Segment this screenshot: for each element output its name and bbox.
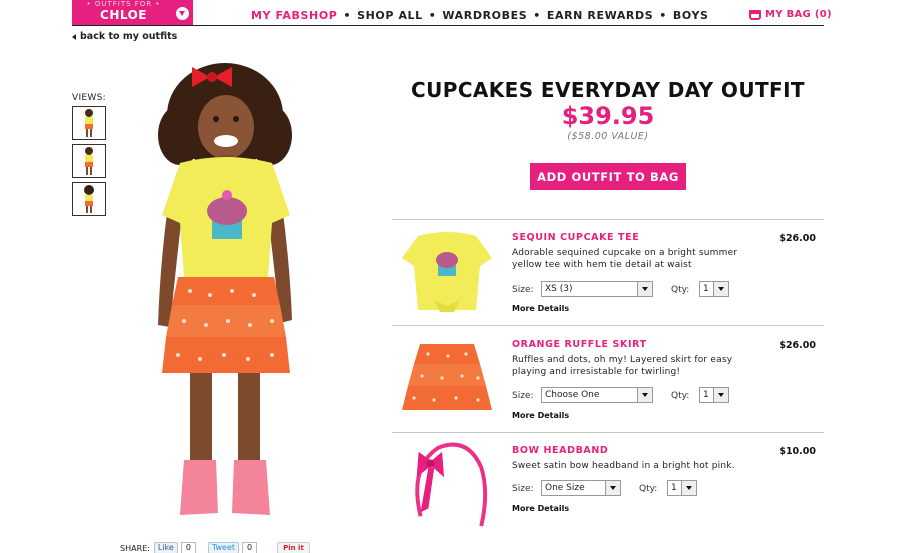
size-select[interactable]: One Size	[541, 480, 621, 496]
chevron-down-icon	[713, 282, 728, 296]
view-thumbnail-1[interactable]	[72, 106, 106, 140]
item-description: Ruffles and dots, oh my! Layered skirt f…	[512, 355, 733, 377]
back-to-outfits-link[interactable]: back to my outfits	[72, 31, 177, 42]
item-description: Sweet satin bow headband in a bright hot…	[512, 461, 735, 471]
size-select[interactable]: XS (3)	[541, 281, 653, 297]
view-thumbnail-3[interactable]	[72, 182, 106, 216]
item-divider	[392, 325, 824, 326]
size-select-value: XS (3)	[545, 284, 573, 294]
item-price: $26.00	[779, 340, 816, 351]
item-divider	[392, 432, 824, 433]
view-thumbnail-2[interactable]	[72, 144, 106, 178]
nav-wardrobes[interactable]: WARDROBES	[442, 9, 527, 22]
outfit-for-name: CHLOE	[100, 8, 147, 22]
share-bar: SHARE: Like 0 Tweet 0 Pin it	[120, 542, 310, 553]
qty-select-value: 1	[703, 390, 709, 400]
header-divider	[72, 25, 824, 26]
qty-label: Qty:	[639, 484, 658, 494]
nav-separator: •	[533, 9, 541, 22]
main-nav: MY FABSHOP • SHOP ALL • WARDROBES • EARN…	[251, 9, 709, 22]
pin-it-button[interactable]: Pin it	[277, 542, 310, 553]
more-details-link[interactable]: More Details	[512, 504, 569, 513]
item-name[interactable]: BOW HEADBAND	[512, 445, 608, 456]
size-select[interactable]: Choose One	[541, 387, 653, 403]
nav-shop-all[interactable]: SHOP ALL	[357, 9, 423, 22]
back-link-label: back to my outfits	[80, 31, 178, 42]
qty-select-value: 1	[671, 483, 677, 493]
nav-separator: •	[343, 9, 352, 22]
like-count: 0	[180, 542, 196, 553]
chevron-down-icon	[681, 481, 696, 495]
my-bag-label: MY BAG (0)	[765, 9, 832, 20]
outfit-value: ($58.00 VALUE)	[567, 131, 649, 142]
item-name[interactable]: ORANGE RUFFLE SKIRT	[512, 339, 647, 350]
chevron-down-icon[interactable]	[176, 7, 189, 20]
size-label: Size:	[512, 484, 534, 494]
qty-select-value: 1	[703, 284, 709, 294]
views-label: VIEWS:	[72, 93, 106, 103]
item-name[interactable]: SEQUIN CUPCAKE TEE	[512, 232, 639, 243]
size-label: Size:	[512, 391, 534, 401]
size-select-value: One Size	[545, 483, 585, 493]
item-price: $10.00	[779, 446, 816, 457]
shopping-bag-icon	[749, 9, 761, 20]
outfit-title: CUPCAKES EVERYDAY DAY OUTFIT	[411, 78, 805, 102]
chevron-down-icon	[637, 282, 652, 296]
outfit-for-label: • OUTFITS FOR •	[86, 0, 161, 8]
page: • OUTFITS FOR • CHLOE MY FABSHOP • SHOP …	[0, 0, 911, 553]
chevron-down-icon	[637, 388, 652, 402]
qty-select[interactable]: 1	[699, 387, 729, 403]
outfit-price: $39.95	[561, 102, 655, 130]
qty-label: Qty:	[671, 285, 690, 295]
add-outfit-to-bag-button[interactable]: ADD OUTFIT TO BAG	[530, 163, 686, 190]
chevron-left-icon	[72, 33, 76, 40]
tweet-count: 0	[242, 542, 258, 553]
qty-select[interactable]: 1	[699, 281, 729, 297]
outfit-thumbnail-image	[85, 109, 93, 137]
orange-ruffle-skirt-image[interactable]	[398, 334, 496, 424]
nav-boys[interactable]: BOYS	[673, 9, 709, 22]
qty-select[interactable]: 1	[667, 480, 697, 496]
nav-separator: •	[428, 9, 437, 22]
chevron-down-icon	[713, 388, 728, 402]
item-price: $26.00	[779, 233, 816, 244]
item-divider	[392, 219, 824, 220]
nav-separator: •	[659, 9, 667, 22]
share-label: SHARE:	[120, 543, 150, 553]
item-description: Adorable sequined cupcake on a bright su…	[512, 248, 738, 270]
tweet-button[interactable]: Tweet	[207, 542, 240, 553]
outfit-model-image	[158, 63, 292, 515]
outfit-thumbnail-image	[85, 147, 93, 175]
facebook-like-label: Like	[157, 543, 174, 552]
size-label: Size:	[512, 285, 534, 295]
nav-earn-rewards[interactable]: EARN REWARDS	[547, 9, 653, 22]
sequin-cupcake-tee-image[interactable]	[398, 224, 496, 314]
nav-my-fabshop[interactable]: MY FABSHOP	[251, 9, 337, 22]
outfit-for-dropdown[interactable]: • OUTFITS FOR • CHLOE	[72, 0, 193, 25]
bow-headband-image[interactable]	[398, 438, 496, 528]
tweet-label: Tweet	[211, 543, 236, 552]
more-details-link[interactable]: More Details	[512, 304, 569, 313]
more-details-link[interactable]: More Details	[512, 411, 569, 420]
outfit-thumbnail-image	[84, 185, 94, 213]
my-bag-link[interactable]: MY BAG (0)	[749, 9, 832, 20]
size-select-value: Choose One	[545, 390, 600, 400]
chevron-down-icon	[605, 481, 620, 495]
qty-label: Qty:	[671, 391, 690, 401]
facebook-like-button[interactable]: Like	[153, 542, 178, 553]
